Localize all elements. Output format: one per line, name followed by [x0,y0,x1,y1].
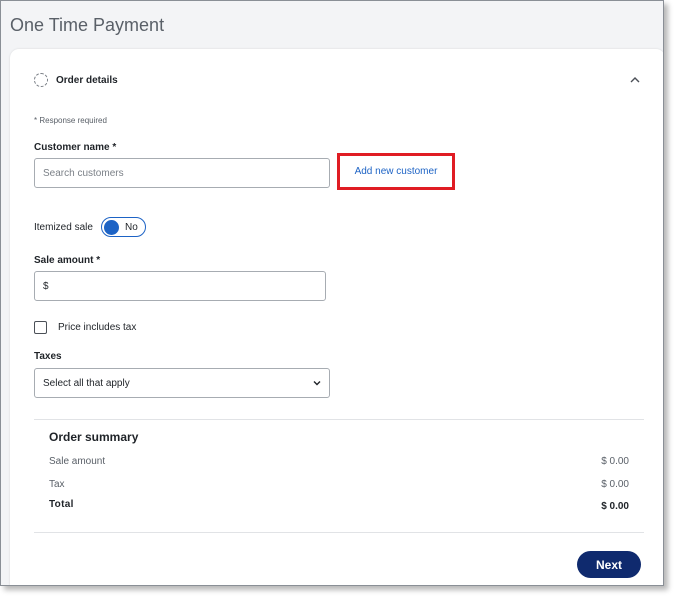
summary-divider-bottom [34,532,644,533]
collapse-section-button[interactable] [628,73,642,87]
taxes-select[interactable]: Select all that apply [34,368,330,398]
order-summary-title: Order summary [49,430,139,444]
toggle-state-text: No [125,222,138,233]
section-title: Order details [56,74,118,86]
page-title: One Time Payment [10,15,165,35]
summary-divider-top [34,419,644,420]
summary-total-label: Total [49,499,74,510]
add-customer-highlight: Add new customer [337,153,455,190]
taxes-label: Taxes [34,351,62,362]
sale-amount-input[interactable] [34,271,326,301]
required-note: * Response required [34,116,107,125]
summary-row-label: Tax [49,479,65,490]
currency-prefix: $ [43,281,49,292]
order-details-card: Order details * Response required Custom… [10,49,663,585]
chevron-down-icon [313,381,321,386]
toggle-knob [104,220,119,235]
customer-search-input[interactable] [34,158,330,188]
summary-total-value: $ 0.00 [601,501,629,512]
summary-row-label: Sale amount [49,456,106,467]
price-includes-tax-checkbox[interactable] [34,321,47,334]
section-header: Order details [34,73,118,87]
chevron-up-icon [630,77,640,83]
price-includes-tax-label: Price includes tax [58,322,137,333]
app-window: One Time Payment Order details * Respons… [0,0,664,586]
dashed-circle-icon [34,73,48,87]
itemized-sale-toggle[interactable]: No [101,217,146,237]
summary-row-value: $ 0.00 [601,479,629,490]
customer-name-label: Customer name * [34,142,117,153]
sale-amount-label: Sale amount * [34,255,101,266]
next-button[interactable]: Next [577,551,641,578]
taxes-select-value: Select all that apply [43,378,130,389]
summary-row-value: $ 0.00 [601,456,629,467]
add-new-customer-link[interactable]: Add new customer [355,166,438,177]
itemized-sale-label: Itemized sale [34,222,93,233]
